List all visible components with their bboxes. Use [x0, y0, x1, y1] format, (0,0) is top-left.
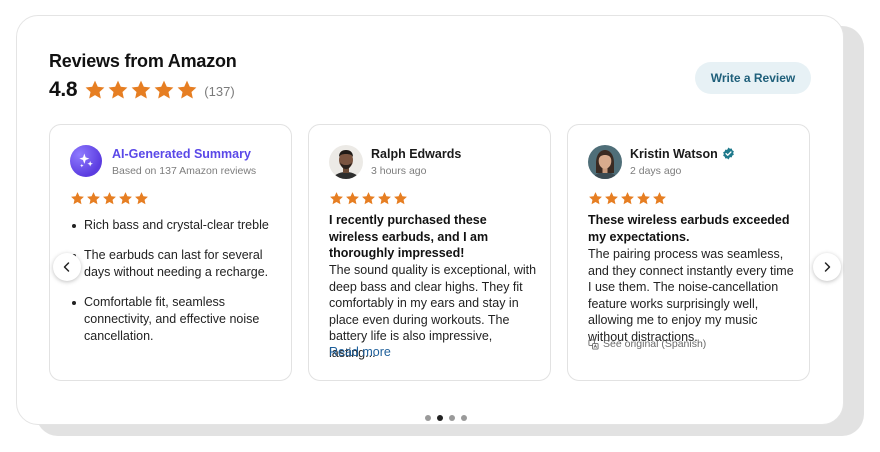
star-icon: [71, 192, 84, 205]
star-icon: [378, 192, 391, 205]
chevron-right-icon: [824, 262, 831, 272]
rating-value: 4.8: [49, 78, 78, 101]
widget-title: Reviews from Amazon: [49, 51, 237, 71]
write-review-button[interactable]: Write a Review: [695, 62, 811, 94]
review-title: I recently purchased these wireless earb…: [329, 213, 489, 260]
reviewer-name: Ralph Edwards: [371, 147, 462, 161]
star-icon: [154, 80, 174, 99]
star-icon: [131, 80, 151, 99]
see-original-text: See original (Spanish): [603, 338, 707, 350]
star-icon: [653, 192, 666, 205]
star-icon: [135, 192, 148, 205]
review-time: 3 hours ago: [371, 165, 427, 177]
ai-summary-card: AI-Generated Summary Based on 137 Amazon…: [49, 124, 292, 381]
read-more-link[interactable]: Read more: [329, 345, 391, 359]
page-dot[interactable]: [461, 415, 467, 421]
star-icon: [589, 192, 602, 205]
page-dot[interactable]: [449, 415, 455, 421]
review-body: The pairing process was seamless, and th…: [588, 247, 794, 344]
review-card: Ralph Edwards 3 hours ago I recently pur…: [308, 124, 551, 381]
star-icon: [394, 192, 407, 205]
summary-subtitle: Based on 137 Amazon reviews: [112, 165, 257, 177]
verified-badge-icon: [722, 147, 734, 160]
summary-stars: [70, 191, 149, 206]
star-icon: [177, 80, 197, 99]
carousel-next-button[interactable]: [813, 253, 841, 281]
avatar: [588, 145, 622, 179]
reviewer-name-text: Kristin Watson: [630, 147, 718, 161]
translate-icon: [588, 338, 599, 350]
sparkle-icon: [70, 145, 102, 177]
review-title: These wireless earbuds exceeded my expec…: [588, 213, 790, 244]
star-icon: [362, 192, 375, 205]
rating-stars: [84, 79, 198, 101]
avatar: [329, 145, 363, 179]
star-icon: [85, 80, 105, 99]
star-icon: [108, 80, 128, 99]
star-icon: [637, 192, 650, 205]
summary-bullet: Rich bass and crystal-clear treble: [70, 217, 280, 234]
review-count: (137): [204, 83, 235, 99]
summary-title: AI-Generated Summary: [112, 147, 251, 161]
see-original-link[interactable]: See original (Spanish): [588, 338, 706, 350]
overall-rating: 4.8 (137): [49, 78, 235, 102]
star-icon: [119, 192, 132, 205]
star-icon: [330, 192, 343, 205]
reviews-widget: Reviews from Amazon 4.8 (137) Write a Re…: [16, 15, 844, 425]
reviewer-name: Kristin Watson: [630, 147, 735, 161]
review-stars: [588, 191, 667, 206]
page-dot[interactable]: [425, 415, 431, 421]
stage: Reviews from Amazon 4.8 (137) Write a Re…: [0, 0, 880, 452]
review-stars: [329, 191, 408, 206]
review-time: 2 days ago: [630, 165, 682, 177]
carousel-prev-button[interactable]: [53, 253, 81, 281]
summary-bullet: Comfortable fit, seamless connectivity, …: [70, 294, 280, 345]
carousel-pagination: [425, 415, 467, 421]
star-icon: [87, 192, 100, 205]
summary-bullet: The earbuds can last for several days wi…: [70, 247, 280, 281]
star-icon: [605, 192, 618, 205]
chevron-left-icon: [63, 262, 70, 272]
star-icon: [346, 192, 359, 205]
star-icon: [103, 192, 116, 205]
review-card: Kristin Watson 2 days ago These wireless…: [567, 124, 810, 381]
summary-bullets: Rich bass and crystal-clear treble The e…: [70, 217, 280, 358]
page-dot-active[interactable]: [437, 415, 443, 421]
star-icon: [621, 192, 634, 205]
